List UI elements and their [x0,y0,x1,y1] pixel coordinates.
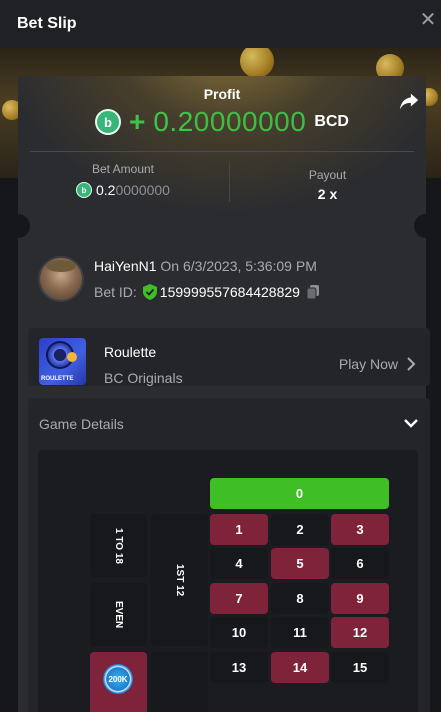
game-details-title: Game Details [39,416,124,432]
profit-value: 0.20000000 [153,106,306,138]
user-line: HaiYenN1 On 6/3/2023, 5:36:09 PM [94,258,317,274]
bcd-coin-icon: b [76,182,92,198]
profit-value-rest: 0000000 [193,106,307,137]
number-cell[interactable]: 11 [271,617,329,649]
bet-slip-header: Bet Slip ✕ [0,0,441,48]
profit-amount: b + 0.20000000 BCD [18,106,426,138]
dozen-bet-second[interactable] [151,652,208,712]
side-bet-even-label: EVEN [113,600,124,629]
game-name: Roulette [104,344,157,360]
copy-icon[interactable] [306,284,320,300]
username[interactable]: HaiYenN1 [94,258,157,274]
bet-amount-label: Bet Amount [91,162,155,176]
bet-details-card: HaiYenN1 On 6/3/2023, 5:36:09 PM Bet ID:… [18,226,430,712]
dozen-bet-first[interactable]: 1ST 12 [151,514,208,646]
number-cell[interactable]: 12 [331,617,389,649]
bet-amount-main: 0.2 [96,182,116,198]
side-bet-low-label: 1 TO 18 [113,527,124,564]
chip-icon: 200K [103,664,133,694]
game-row[interactable]: ROULETTE Roulette BC Originals Play Now [28,328,430,386]
side-bet-red[interactable]: 200K [90,652,147,712]
avatar[interactable] [38,256,84,302]
dozen-bet-label: 1ST 12 [174,563,185,597]
number-cell[interactable]: 15 [331,651,389,683]
divider [30,151,414,152]
page-title: Bet Slip [17,15,77,32]
ticket-notch-left [6,214,30,238]
chip-label: 200K [108,674,128,684]
number-cell[interactable]: 14 [271,651,329,683]
number-cell[interactable]: 6 [331,548,389,580]
coin-decoration [240,48,274,78]
number-cell[interactable]: 7 [210,582,268,614]
chevron-right-icon [407,357,416,371]
bet-amount-value: b 0.2 0000000 [18,182,228,198]
bet-id-line: Bet ID: 159999557684428829 [94,284,320,300]
play-now-button[interactable]: Play Now [339,356,416,372]
shield-check-icon [142,284,157,300]
number-cell[interactable]: 9 [331,582,389,614]
play-now-label: Play Now [338,356,398,372]
chevron-down-icon[interactable] [404,416,418,430]
side-bet-low[interactable]: 1 TO 18 [90,514,147,577]
bet-id-label: Bet ID: [94,284,137,300]
number-cell[interactable]: 10 [210,617,268,649]
number-cell[interactable]: 13 [210,651,268,683]
profit-value-main: 0.2 [153,106,194,137]
number-cell[interactable]: 4 [210,548,268,580]
share-icon[interactable] [398,90,420,112]
game-provider: BC Originals [104,370,183,386]
ticket-notch-right [414,214,438,238]
bet-id-value: 159999557684428829 [159,284,300,300]
payout-value: 2 x [317,186,338,202]
close-icon[interactable]: ✕ [418,10,438,30]
number-cell[interactable]: 5 [271,548,329,580]
bet-slip-body[interactable]: Profit b + 0.20000000 BCD Bet Amount b 0… [0,48,441,712]
roulette-ball-icon [67,352,77,362]
bet-date: On 6/3/2023, 5:36:09 PM [160,258,317,274]
profit-currency: BCD [314,113,349,130]
roulette-thumbnail: ROULETTE [39,338,86,385]
profit-card: Profit b + 0.20000000 BCD Bet Amount b 0… [18,76,426,226]
number-cell[interactable]: 8 [271,582,329,614]
payout-label: Payout [308,168,347,182]
roulette-table: 0 1 TO 18 EVEN 200K 1ST 12 1 2 3 4 5 6 7 8 9 10 11… [38,450,418,712]
number-cell-zero[interactable]: 0 [210,478,389,509]
game-details-panel: Game Details 0 1 TO 18 EVEN 200K 1ST 12 [28,398,430,712]
profit-label: Profit [203,86,241,102]
bcd-coin-icon: b [95,109,121,135]
thumbnail-tag: ROULETTE [41,376,74,382]
side-bet-even[interactable]: EVEN [90,583,147,646]
number-cell[interactable]: 3 [331,514,389,545]
number-cell[interactable]: 1 [210,514,268,545]
bet-amount-rest: 0000000 [115,182,170,198]
profit-sign: + [129,106,146,137]
number-cell[interactable]: 2 [271,514,329,545]
